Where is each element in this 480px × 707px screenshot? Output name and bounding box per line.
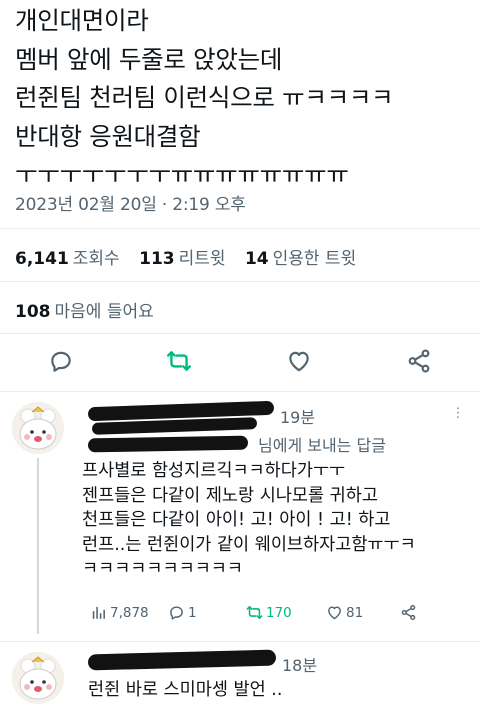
reply-button[interactable]: 1: [168, 604, 197, 621]
views-button[interactable]: 7,878: [90, 604, 149, 621]
reply-line: 런프..는 런쥔이가 같이 웨이브하자고함ㅠㅜㅋ: [82, 534, 416, 555]
reply-line: ㅋㅋㅋㅋㅋㅋㅋㅋㅋㅋ: [82, 559, 243, 579]
tweet-timestamp[interactable]: 2023년 02월 20일 · 2:19 오후: [15, 190, 246, 215]
views-icon: [92, 606, 105, 619]
reply-line: 천프들은 다같이 아이! 고! 아이 ! 고! 하고: [82, 510, 391, 530]
likes-label: 마음에 들어요: [54, 302, 154, 322]
retweets-label: 리트윗: [178, 249, 226, 269]
tweet-stats: 6,141 조회수 113 리트윗 14 인용한 트윗: [15, 244, 370, 269]
share-button[interactable]: [406, 348, 432, 374]
divider: [0, 281, 480, 282]
reply-line: 프사별로 함성지르긱ㅋㅋ하다가ㅜㅜ: [82, 461, 346, 481]
reply-line: 젠프들은 다같이 제노랑 시나모롤 귀하고: [82, 485, 378, 506]
like-icon: [289, 351, 309, 372]
divider: [0, 641, 480, 642]
quotes-stat[interactable]: 14 인용한 트윗: [245, 249, 356, 269]
like-icon: [328, 606, 341, 620]
share-icon: [401, 604, 416, 621]
tweet-action-bar: [0, 348, 480, 378]
likes-stat[interactable]: 108 마음에 들어요: [15, 297, 154, 322]
tweet-line: 반대항 응원대결함: [15, 121, 201, 151]
tweet-text: 개인대면이라 멤버 앞에 두줄로 앉았는데 런쥔팀 천러팀 이런식으로 ㅠㅋㅋㅋ…: [15, 2, 475, 195]
retweets-count: 113: [139, 249, 175, 269]
avatar-image: [12, 402, 64, 454]
tweet-line: 런쥔팀 천러팀 이런식으로 ㅠㅋㅋㅋㅋ: [15, 83, 394, 112]
divider: [0, 391, 480, 392]
views-stat: 6,141 조회수: [15, 249, 120, 269]
redacted-reply-to: [87, 435, 249, 453]
quotes-label: 인용한 트윗: [272, 249, 357, 269]
divider: [0, 228, 480, 229]
more-options-icon[interactable]: ···: [449, 406, 465, 419]
reply-timestamp[interactable]: 19분: [280, 404, 315, 428]
avatar[interactable]: [12, 652, 64, 704]
divider: [0, 333, 480, 334]
tweet-line: 멤버 앞에 두줄로 앉았는데: [15, 44, 283, 74]
retweet-icon: [166, 351, 192, 371]
thread-line: [37, 458, 39, 634]
reply-icon: [170, 606, 183, 620]
share-icon: [408, 349, 430, 373]
views-count: 6,141: [15, 249, 69, 269]
retweet-button[interactable]: 170: [246, 604, 292, 621]
avatar-image: [12, 652, 64, 704]
retweet-button[interactable]: [166, 348, 192, 374]
views-label: 조회수: [72, 249, 120, 269]
reply-button[interactable]: [48, 348, 74, 374]
redacted-name: [87, 649, 277, 671]
reply-action-bar: 7,878 1 170 81: [90, 604, 470, 626]
reply-text: 런쥔 바로 스미마셍 발언 ..: [88, 678, 282, 703]
reply-timestamp[interactable]: 18분: [282, 652, 317, 676]
reply-icon: [51, 351, 71, 372]
tweet-line: ㅜㅜㅜㅜㅜㅜㅜㅠㅠㅠㅠㅠㅠㅠㅠ: [15, 160, 349, 189]
reply-line: 런쥔 바로 스미마셍 발언 ..: [88, 680, 283, 700]
quotes-count: 14: [244, 249, 269, 269]
tweet-line: 개인대면이라: [15, 6, 149, 35]
share-button[interactable]: [400, 604, 417, 621]
like-button[interactable]: 81: [326, 604, 363, 621]
likes-count: 81: [346, 604, 364, 621]
avatar[interactable]: [12, 402, 64, 454]
like-button[interactable]: [286, 348, 312, 374]
reply-to-label: 님에게 보내는 답글: [258, 436, 386, 455]
views-count: 7,878: [110, 604, 149, 621]
reply-text: 프사별로 함성지르긱ㅋㅋ하다가ㅜㅜ 젠프들은 다같이 제노랑 시나모롤 귀하고 …: [82, 459, 416, 582]
replies-count: 1: [188, 604, 197, 621]
retweets-stat[interactable]: 113 리트윗: [139, 249, 225, 269]
likes-count: 108: [15, 302, 51, 322]
retweet-icon: [246, 606, 263, 619]
retweets-count: 170: [266, 604, 292, 621]
